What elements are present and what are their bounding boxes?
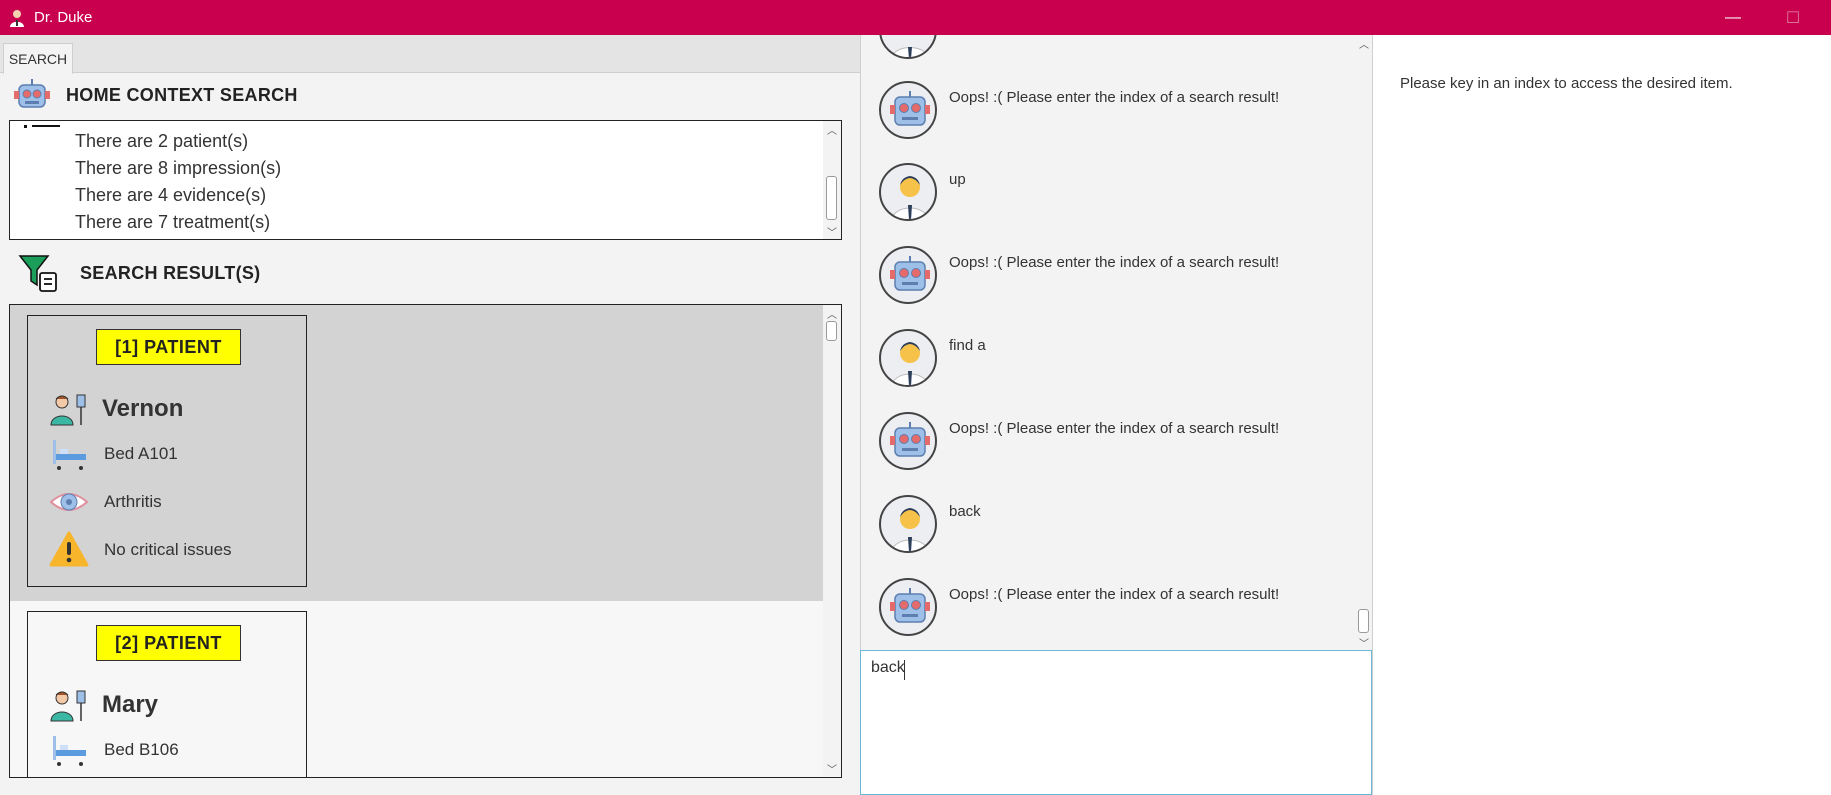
result-row[interactable]: [1] PATIENT Vernon Bed A101 Arthritis No… [10, 305, 823, 601]
chat-message-user [879, 35, 937, 59]
chat-message-text: Oops! :( Please enter the index of a sea… [949, 420, 1280, 437]
user-avatar-icon [879, 163, 937, 221]
chat-message-bot: Oops! :( Please enter the index of a sea… [879, 246, 1279, 304]
warning-icon [48, 531, 90, 569]
summary-line: There are 7 treatment(s) [75, 212, 271, 232]
patient-name: Mary [102, 691, 159, 718]
filter-icon [18, 255, 57, 292]
robot-avatar-icon [879, 578, 937, 636]
list-bullet-icon [24, 125, 60, 128]
user-avatar-icon [879, 35, 937, 59]
doctor-icon [10, 9, 24, 27]
patient-card[interactable]: [2] PATIENT Mary Bed B106 [27, 611, 307, 777]
patient-bed: Bed B106 [104, 740, 179, 759]
chat-message-user: find a [879, 329, 986, 387]
scroll-up-icon[interactable]: ︿ [823, 122, 841, 137]
scroll-thumb[interactable] [1358, 609, 1369, 633]
patient-bed-line: Bed A101 [48, 435, 178, 473]
result-row[interactable]: [2] PATIENT Mary Bed B106 [10, 601, 823, 777]
results-scrollbar[interactable]: ︿ ﹀ [823, 305, 841, 776]
scroll-up-icon[interactable]: ︿ [1355, 36, 1372, 51]
maximize-button[interactable]: ☐ [1763, 0, 1823, 35]
home-context-header: HOME CONTEXT SEARCH [12, 77, 298, 113]
robot-icon [14, 79, 50, 108]
chat-message-text: up [949, 171, 966, 188]
detail-message: Please key in an index to access the des… [1400, 75, 1733, 92]
patient-name-line: Mary [48, 686, 158, 724]
scroll-down-icon[interactable]: ﹀ [823, 224, 841, 239]
chat-message-user: back [879, 495, 981, 553]
bed-icon [48, 435, 90, 473]
chat-message-bot: Oops! :( Please enter the index of a sea… [879, 412, 1279, 470]
patient-bed: Bed A101 [104, 444, 178, 463]
chat-message-text: back [949, 503, 981, 520]
summary-line: There are 2 patient(s) [75, 131, 249, 151]
chat-message-user: up [879, 163, 966, 221]
text-caret [904, 660, 905, 680]
home-scrollbar[interactable]: ︿ ﹀ [823, 121, 841, 239]
scroll-thumb[interactable] [826, 176, 837, 220]
robot-avatar-icon [879, 412, 937, 470]
patient-condition-line: Arthritis [48, 483, 162, 521]
scroll-up-icon[interactable]: ︿ [823, 306, 841, 321]
summary-line: There are 4 evidence(s) [75, 185, 267, 205]
scroll-down-icon[interactable]: ﹀ [823, 761, 841, 776]
chat-log[interactable]: Oops! :( Please enter the index of a sea… [860, 35, 1372, 650]
detail-pane: Please key in an index to access the des… [1372, 35, 1831, 795]
search-results-list[interactable]: [1] PATIENT Vernon Bed A101 Arthritis No… [9, 304, 842, 778]
patient-badge: [1] PATIENT [96, 329, 241, 365]
chat-message-text: Oops! :( Please enter the index of a sea… [949, 89, 1280, 106]
patient-name-line: Vernon [48, 390, 183, 428]
patient-card[interactable]: [1] PATIENT Vernon Bed A101 Arthritis No… [27, 315, 307, 587]
patient-critical-line: No critical issues [48, 531, 232, 569]
bed-icon [48, 731, 90, 769]
chat-message-text: Oops! :( Please enter the index of a sea… [949, 586, 1280, 603]
tab-strip: SEARCH [0, 35, 860, 74]
chat-message-text: Oops! :( Please enter the index of a sea… [949, 254, 1280, 271]
search-results-title: SEARCH RESULT(S) [80, 262, 261, 283]
robot-avatar-icon [879, 81, 937, 139]
search-pane: SEARCH HOME CONTEXT SEARCH There are 2 p… [0, 35, 860, 795]
tab-search[interactable]: SEARCH [3, 43, 73, 74]
robot-avatar-icon [879, 246, 937, 304]
patient-bed-line: Bed B106 [48, 731, 179, 769]
scroll-down-icon[interactable]: ﹀ [1355, 635, 1372, 650]
chat-message-text: find a [949, 337, 986, 354]
eye-icon [48, 483, 90, 521]
command-input-area[interactable] [860, 650, 1372, 795]
patient-name: Vernon [102, 395, 184, 422]
window-title: Dr. Duke [34, 9, 93, 26]
minimize-button[interactable]: — [1703, 0, 1763, 35]
command-input[interactable] [871, 659, 1351, 677]
home-summary-list[interactable]: There are 2 patient(s) There are 8 impre… [9, 120, 842, 240]
home-context-title: HOME CONTEXT SEARCH [66, 84, 298, 105]
user-avatar-icon [879, 495, 937, 553]
scroll-thumb[interactable] [826, 321, 837, 341]
patient-iv-icon [48, 390, 90, 428]
title-bar: Dr. Duke — ☐ [0, 0, 1831, 35]
search-results-header: SEARCH RESULT(S) [18, 253, 260, 293]
patient-iv-icon [48, 686, 90, 724]
chat-message-bot: Oops! :( Please enter the index of a sea… [879, 578, 1279, 636]
summary-line: There are 8 impression(s) [75, 158, 282, 178]
patient-condition: Arthritis [104, 492, 162, 511]
chat-scrollbar[interactable]: ︿ ﹀ [1355, 35, 1372, 650]
patient-badge: [2] PATIENT [96, 625, 241, 661]
chat-message-bot: Oops! :( Please enter the index of a sea… [879, 81, 1279, 139]
user-avatar-icon [879, 329, 937, 387]
patient-critical: No critical issues [104, 540, 232, 559]
